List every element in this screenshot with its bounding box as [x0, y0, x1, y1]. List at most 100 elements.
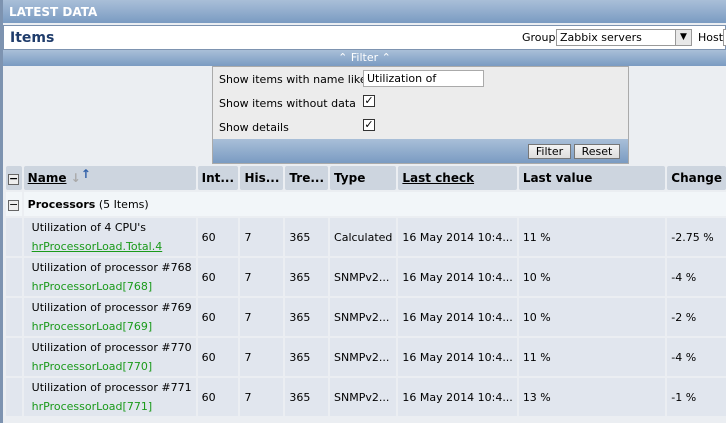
item-cell: Utilization of processor #768 hrProcessor… — [23, 258, 196, 296]
filter-bar-label: Filter — [350, 51, 379, 64]
col-interval: Int... — [197, 166, 239, 190]
item-key-link[interactable]: hrProcessorLoad.Total.4 — [32, 237, 192, 256]
history-cell: 7 — [240, 218, 284, 256]
change-cell: -4 % — [667, 258, 726, 296]
history-cell: 7 — [240, 378, 284, 416]
interval-cell: 60 — [197, 378, 239, 416]
table-row: Utilization of processor #770 hrProcessor… — [6, 338, 726, 376]
history-cell: 7 — [240, 338, 284, 376]
name-filter-label: Show items with name like — [219, 73, 367, 86]
item-key-link[interactable]: hrProcessorLoad[771] — [32, 397, 192, 416]
details-checkbox[interactable]: ✓ — [363, 119, 375, 131]
interval-cell: 60 — [197, 218, 239, 256]
item-name: Utilization of processor #771 — [31, 381, 192, 394]
interval-cell: 60 — [197, 338, 239, 376]
item-key-link[interactable]: hrProcessorLoad[770] — [32, 357, 192, 376]
table-row: Utilization of processor #771 hrProcessor… — [6, 378, 726, 416]
item-name: Utilization of processor #769 — [31, 301, 192, 314]
last-check-cell: 16 May 2014 10:4... — [398, 378, 517, 416]
item-cell: Utilization of processor #771 hrProcessor… — [23, 378, 196, 416]
last-check-cell: 16 May 2014 10:4... — [398, 298, 517, 336]
last-value-cell: 11 % — [518, 218, 666, 256]
group-label: Group — [522, 31, 556, 44]
col-history: His... — [240, 166, 284, 190]
last-check-header[interactable]: Last check — [402, 171, 474, 185]
group-name: Processors — [27, 197, 96, 211]
last-check-cell: 16 May 2014 10:4... — [398, 258, 517, 296]
row-spacer — [6, 218, 22, 256]
type-cell: SNMPv2... — [330, 338, 397, 376]
type-cell: SNMPv2... — [330, 378, 397, 416]
sort-up-icon: ↑ — [80, 167, 91, 181]
items-table: − Name ↓↑ Int... His... Tre... Type Last… — [4, 164, 726, 418]
col-last-value: Last value — [518, 166, 666, 190]
row-spacer — [6, 298, 22, 336]
interval-cell: 60 — [197, 298, 239, 336]
type-cell: Calculated — [330, 218, 397, 256]
collapse-icon: ⌃ — [378, 51, 391, 64]
trends-cell: 365 — [285, 338, 329, 376]
collapse-icon: ⌃ — [338, 51, 351, 64]
name-filter-input[interactable]: Utilization of — [363, 70, 484, 87]
item-key-link[interactable]: hrProcessorLoad[768] — [32, 277, 192, 296]
page-header: LATEST DATA — [3, 0, 726, 23]
last-value-cell: 10 % — [518, 258, 666, 296]
item-cell: Utilization of processor #770 hrProcessor… — [23, 338, 196, 376]
trends-cell: 365 — [285, 258, 329, 296]
group-count: (5 Items) — [98, 197, 149, 211]
item-name: Utilization of processor #768 — [31, 261, 192, 274]
col-type: Type — [330, 166, 397, 190]
change-cell: -2.75 % — [667, 218, 726, 256]
last-value-cell: 10 % — [518, 298, 666, 336]
change-cell: -4 % — [667, 338, 726, 376]
table-row: Utilization of processor #768 hrProcessor… — [6, 258, 726, 296]
trends-cell: 365 — [285, 298, 329, 336]
trends-cell: 365 — [285, 218, 329, 256]
item-name: Utilization of processor #770 — [31, 341, 192, 354]
collapse-group-icon[interactable]: − — [8, 199, 19, 211]
reset-button[interactable]: Reset — [574, 144, 620, 159]
details-label: Show details — [219, 121, 289, 134]
col-last-check[interactable]: Last check — [398, 166, 517, 190]
type-cell: SNMPv2... — [330, 258, 397, 296]
history-cell: 7 — [240, 258, 284, 296]
item-cell: Utilization of 4 CPU's hrProcessorLoad.To… — [23, 218, 196, 256]
last-value-cell: 11 % — [518, 338, 666, 376]
without-data-checkbox[interactable]: ✓ — [363, 95, 375, 107]
filter-panel: Show items with name like Utilization of… — [212, 66, 629, 164]
table-row: Utilization of processor #769 hrProcessor… — [6, 298, 726, 336]
type-cell: SNMPv2... — [330, 298, 397, 336]
item-name: Utilization of 4 CPU's — [31, 221, 147, 234]
col-name[interactable]: Name ↓↑ — [23, 166, 196, 190]
interval-cell: 60 — [197, 258, 239, 296]
col-trends: Tre... — [285, 166, 329, 190]
history-cell: 7 — [240, 298, 284, 336]
page-title: Items — [10, 30, 55, 46]
row-spacer — [6, 378, 22, 416]
col-change: Change — [667, 166, 726, 190]
title-bar: Items Group Zabbix servers ▼ Host — [3, 25, 726, 50]
group-select[interactable]: Zabbix servers ▼ — [556, 29, 692, 46]
filter-footer: Filter Reset — [213, 139, 628, 163]
trends-cell: 365 — [285, 378, 329, 416]
filter-button[interactable]: Filter — [528, 144, 571, 159]
table-row: Utilization of 4 CPU's hrProcessorLoad.To… — [6, 218, 726, 256]
without-data-label: Show items without data — [219, 97, 356, 110]
filter-toggle[interactable]: ⌃ Filter ⌃ — [3, 50, 726, 66]
item-key-link[interactable]: hrProcessorLoad[769] — [32, 317, 192, 336]
chevron-down-icon: ▼ — [675, 30, 691, 45]
name-header[interactable]: Name — [28, 171, 67, 185]
last-check-cell: 16 May 2014 10:4... — [398, 338, 517, 376]
host-label: Host — [698, 31, 724, 44]
row-spacer — [6, 258, 22, 296]
collapse-all-icon[interactable]: − — [8, 173, 19, 185]
change-cell: -2 % — [667, 298, 726, 336]
last-value-cell: 13 % — [518, 378, 666, 416]
change-cell: -1 % — [667, 378, 726, 416]
group-row: − Processors (5 Items) — [6, 192, 726, 216]
group-select-value: Zabbix servers — [560, 31, 642, 44]
last-check-cell: 16 May 2014 10:4... — [398, 218, 517, 256]
item-cell: Utilization of processor #769 hrProcessor… — [23, 298, 196, 336]
row-spacer — [6, 338, 22, 376]
sort-down-icon: ↓ — [70, 171, 81, 185]
